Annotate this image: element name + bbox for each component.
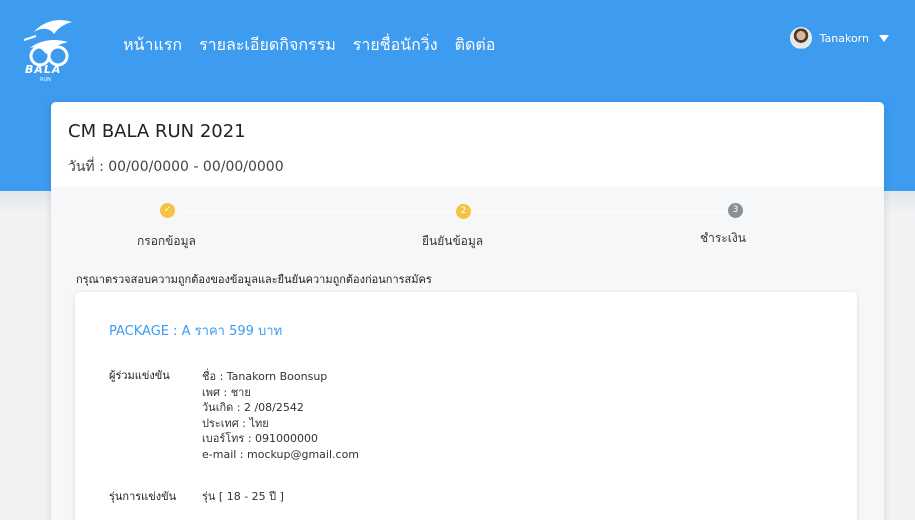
- nav-runner-list[interactable]: รายชื่อนักวิ่ง: [353, 33, 438, 58]
- nav-event-details[interactable]: รายละเอียดกิจกรรม: [199, 33, 336, 58]
- step-2-number-icon: 2: [456, 204, 471, 219]
- logo-text: BALA: [25, 63, 62, 76]
- participant-label: ผู้ร่วมแข่งขัน: [109, 369, 170, 382]
- user-menu[interactable]: Tanakorn: [789, 27, 889, 49]
- participant-birthdate: วันเกิด : 2 /08/2542: [202, 401, 304, 414]
- event-date: วันที่ : 00/00/0000 - 00/00/0000: [68, 159, 284, 175]
- participant-details: ชื่อ : Tanakorn Boonsup เพศ : ชาย วันเกิ…: [202, 369, 359, 462]
- user-name[interactable]: Tanakorn: [820, 32, 869, 45]
- progress-line-2: [472, 211, 733, 212]
- participant-phone: เบอร์โทร : 091000000: [202, 432, 319, 445]
- step-3-label: ชำระเงิน: [700, 231, 746, 245]
- logo-subtext: RUN: [40, 77, 51, 83]
- instruction-text: กรุณาตรวจสอบความถูกต้องของข้อมูลและยืนยั…: [76, 273, 432, 286]
- page: BALA RUN หน้าแรก รายละเอียดกิจกรรม รายชื…: [0, 0, 915, 520]
- nav-home[interactable]: หน้าแรก: [123, 33, 182, 58]
- avatar[interactable]: [789, 27, 812, 49]
- event-title: CM BALA RUN 2021: [68, 121, 246, 142]
- package-title: PACKAGE : A ราคา 599 บาท: [109, 324, 283, 339]
- event-header: CM BALA RUN 2021 วันที่ : 00/00/0000 - 0…: [51, 102, 884, 187]
- participant-email: e-mail : mockup@gmail.com: [202, 447, 360, 461]
- participant-country: ประเทศ : ไทย: [202, 416, 269, 430]
- main-nav: หน้าแรก รายละเอียดกิจกรรม รายชื่อนักวิ่ง…: [123, 33, 495, 58]
- step-1-check-icon: ✓: [160, 203, 175, 218]
- caret-down-icon[interactable]: [879, 34, 889, 42]
- step-2-label: ยืนยันข้อมูล: [422, 234, 484, 248]
- step-1-label: กรอกข้อมูล: [137, 234, 196, 248]
- step-3-number-icon: 3: [728, 203, 743, 218]
- participant-gender: เพศ : ชาย: [202, 385, 251, 399]
- nav-contact[interactable]: ติดต่อ: [455, 33, 496, 58]
- participant-name: ชื่อ : Tanakorn Boonsup: [202, 370, 328, 383]
- progress-line-1: [180, 211, 457, 212]
- division-value: รุ่น [ 18 - 25 ปี ]: [202, 490, 284, 503]
- division-label: รุ่นการแข่งขัน: [109, 490, 177, 503]
- confirmation-panel: PACKAGE : A ราคา 599 บาท ผู้ร่วมแข่งขัน …: [75, 292, 857, 520]
